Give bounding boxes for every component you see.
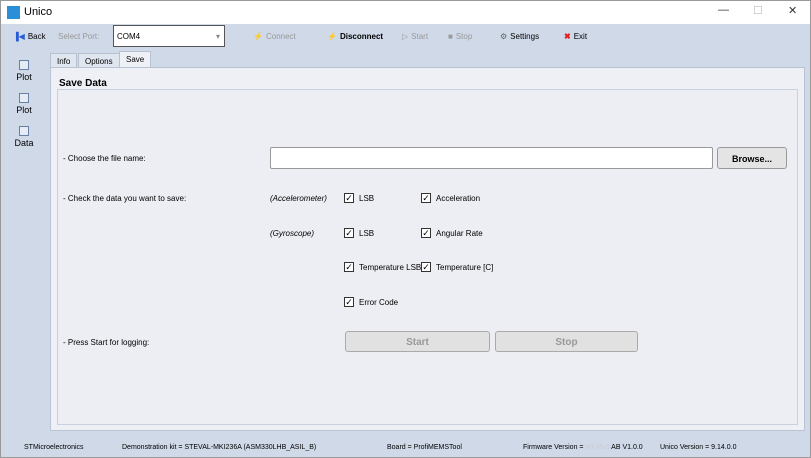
save-group (57, 89, 798, 425)
maximize-button[interactable]: ☐ (753, 4, 763, 17)
board-text: Board = ProfiMEMSTool (387, 444, 462, 451)
kit-text: Demonstration kit = STEVAL-MKI236A (ASM3… (122, 444, 317, 451)
temperature-c-checkbox[interactable]: ✓ Temperature [C] (421, 262, 493, 272)
gear-icon: ⚙ (500, 32, 508, 41)
window-title: Unico (24, 6, 53, 18)
choose-file-label: - Choose the file name: (63, 154, 146, 163)
error-code-checkbox[interactable]: ✓ Error Code (344, 297, 398, 307)
close-icon: ✖ (564, 32, 571, 41)
check-icon: ✓ (421, 228, 431, 238)
check-icon: ✓ (344, 228, 354, 238)
app-icon (7, 6, 20, 19)
sidebar-item-data[interactable]: Data (1, 126, 47, 148)
browse-button[interactable]: Browse... (717, 147, 787, 169)
file-name-input[interactable] (270, 147, 713, 169)
port-select[interactable]: COM4 ▾ (113, 25, 225, 47)
settings-button[interactable]: ⚙ Settings (500, 32, 539, 41)
play-icon: ▷ (402, 32, 409, 41)
main-area: Info Options Save (46, 50, 811, 436)
port-value: COM4 (117, 32, 141, 41)
toolbar: ▐◀ Back Select Port: COM4 ▾ ⚡ Connect ⚡ Disc… (0, 24, 811, 50)
sidebar-item-plot[interactable]: Plot (1, 60, 47, 82)
stop-button[interactable]: ■ Stop (448, 32, 472, 41)
press-start-label: - Press Start for logging: (63, 338, 150, 347)
acceleration-checkbox[interactable]: ✓ Acceleration (421, 193, 480, 203)
minimize-button[interactable]: — (718, 4, 729, 16)
sidebar: Plot Plot Data (0, 50, 46, 436)
check-icon: ✓ (421, 262, 431, 272)
stop-logging-button[interactable]: Stop (495, 331, 638, 352)
temperature-lsb-checkbox[interactable]: ✓ Temperature LSB (344, 262, 421, 272)
accelerometer-label: (Accelerometer) (270, 194, 327, 203)
stop-icon: ■ (448, 32, 453, 41)
check-icon: ✓ (344, 297, 354, 307)
gyro-lsb-checkbox[interactable]: ✓ LSB (344, 228, 374, 238)
unico-version-text: Unico Version = 9.14.0.0 (660, 444, 737, 451)
title-bar: Unico — ☐ ✕ (0, 0, 811, 24)
check-data-label: - Check the data you want to save: (63, 194, 187, 203)
gyroscope-label: (Gyroscope) (270, 229, 315, 238)
start-button[interactable]: ▷ Start (402, 32, 428, 41)
chevron-down-icon: ▾ (215, 32, 220, 41)
connect-button[interactable]: ⚡ Connect (253, 32, 296, 41)
plot-icon (19, 93, 29, 103)
plug-icon: ⚡ (253, 32, 263, 41)
angular-rate-checkbox[interactable]: ✓ Angular Rate (421, 228, 483, 238)
sidebar-item-plot-2[interactable]: Plot (1, 93, 47, 115)
close-button[interactable]: ✕ (788, 4, 797, 17)
tab-save[interactable]: Save (119, 51, 152, 67)
check-icon: ✓ (421, 193, 431, 203)
back-button[interactable]: ▐◀ Back (13, 32, 46, 41)
firmware-text: Firmware Version = V3.45.0 AB V1.0.0 (523, 444, 643, 451)
check-icon: ✓ (344, 193, 354, 203)
plot-icon (19, 60, 29, 70)
tab-info[interactable]: Info (50, 53, 78, 67)
start-logging-button[interactable]: Start (345, 331, 490, 352)
select-port-label: Select Port: (58, 32, 100, 41)
page-title: Save Data (59, 78, 107, 89)
save-panel (50, 67, 805, 431)
back-icon: ▐◀ (13, 32, 25, 41)
acc-lsb-checkbox[interactable]: ✓ LSB (344, 193, 374, 203)
tab-options[interactable]: Options (78, 53, 120, 67)
status-bar: STMicroelectronics Demonstration kit = S… (0, 436, 811, 458)
check-icon: ✓ (344, 262, 354, 272)
vendor-text: STMicroelectronics (24, 444, 84, 451)
data-icon (19, 126, 29, 136)
plug-icon: ⚡ (327, 32, 337, 41)
disconnect-button[interactable]: ⚡ Disconnect (327, 32, 383, 41)
exit-button[interactable]: ✖ Exit (564, 32, 587, 41)
